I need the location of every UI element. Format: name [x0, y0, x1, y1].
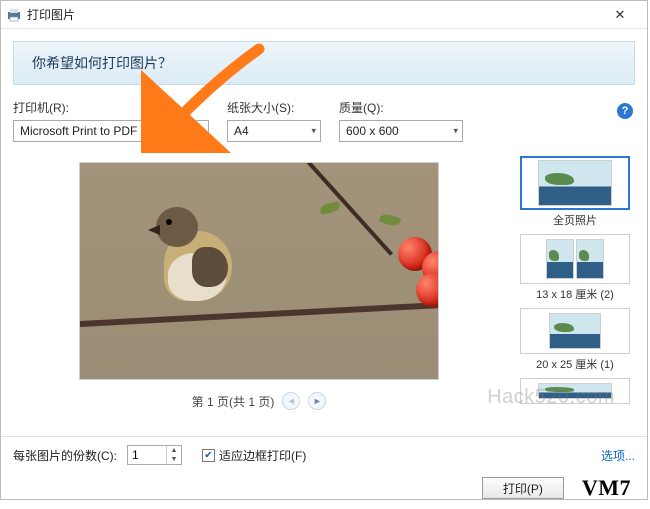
options-link[interactable]: 选项...: [601, 447, 635, 464]
layout-label: 全页照片: [520, 212, 630, 228]
bottom-options: 每张图片的份数(C): ▲▼ ✔ 适应边框打印(F) 选项...: [1, 436, 647, 471]
quality-label: 质量(Q):: [339, 99, 463, 116]
close-button[interactable]: ✕: [599, 3, 641, 27]
printer-value: Microsoft Print to PDF: [20, 124, 137, 138]
help-icon[interactable]: ?: [617, 103, 633, 119]
fit-frame-checkbox[interactable]: ✔ 适应边框打印(F): [202, 447, 306, 464]
layout-20x25[interactable]: 20 x 25 厘米 (1): [520, 308, 630, 372]
layout-label: 20 x 25 厘米 (1): [520, 356, 630, 372]
paper-value: A4: [234, 124, 249, 138]
chevron-down-icon: ▾: [453, 126, 458, 137]
titlebar: 打印图片 ✕: [1, 1, 647, 29]
copies-label: 每张图片的份数(C):: [13, 447, 117, 464]
app-icon: [7, 8, 21, 22]
page-indicator: 第 1 页(共 1 页): [192, 393, 275, 410]
banner-question: 你希望如何打印图片？: [13, 41, 635, 85]
quality-value: 600 x 600: [346, 124, 399, 138]
preview-area: 第 1 页(共 1 页) ◄ ► 全页照片 13 x 18 厘米 (2) 20 …: [1, 146, 647, 436]
window-title: 打印图片: [27, 6, 75, 23]
quality-select[interactable]: 600 x 600 ▾: [339, 120, 463, 142]
print-pictures-dialog: 打印图片 ✕ 你希望如何打印图片？ 打印机(R): Microsoft Prin…: [0, 0, 648, 500]
printer-select[interactable]: Microsoft Print to PDF ▾: [13, 120, 209, 142]
copies-input[interactable]: [128, 446, 166, 464]
preview-pane: 第 1 页(共 1 页) ◄ ►: [13, 154, 505, 436]
layout-more[interactable]: [520, 378, 630, 404]
chevron-down-icon: ▾: [311, 126, 316, 137]
paper-label: 纸张大小(S):: [227, 99, 321, 116]
printer-label: 打印机(R):: [13, 99, 209, 116]
checkbox-icon: ✔: [202, 449, 215, 462]
dialog-buttons: 打印(P) VM7: [1, 471, 647, 509]
spinner-buttons[interactable]: ▲▼: [166, 446, 181, 464]
copies-spinner[interactable]: ▲▼: [127, 445, 182, 465]
layout-list[interactable]: 全页照片 13 x 18 厘米 (2) 20 x 25 厘米 (1): [515, 154, 635, 436]
layout-label: 13 x 18 厘米 (2): [520, 286, 630, 302]
print-button[interactable]: 打印(P): [482, 477, 564, 499]
print-options-row: 打印机(R): Microsoft Print to PDF ▾ 纸张大小(S)…: [1, 85, 647, 146]
pager: 第 1 页(共 1 页) ◄ ►: [192, 392, 327, 410]
prev-page-button[interactable]: ◄: [282, 392, 300, 410]
next-page-button[interactable]: ►: [308, 392, 326, 410]
brand-badge: VM7: [578, 475, 635, 501]
paper-size-select[interactable]: A4 ▾: [227, 120, 321, 142]
layout-13x18[interactable]: 13 x 18 厘米 (2): [520, 234, 630, 302]
close-icon: ✕: [615, 7, 626, 23]
fit-frame-label: 适应边框打印(F): [219, 447, 306, 464]
layout-full-page[interactable]: 全页照片: [520, 156, 630, 228]
chevron-down-icon: ▾: [199, 126, 204, 137]
preview-image: [79, 162, 439, 380]
